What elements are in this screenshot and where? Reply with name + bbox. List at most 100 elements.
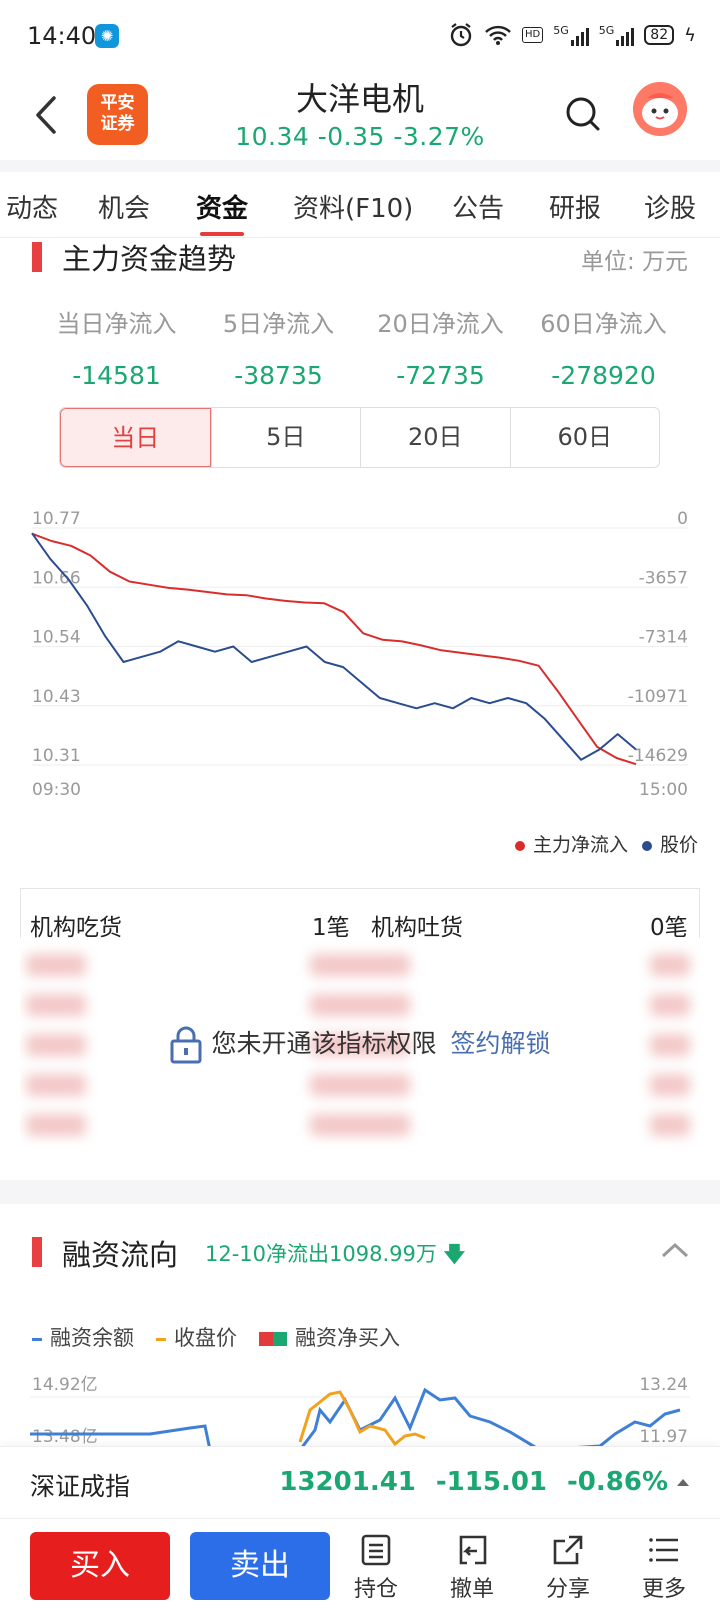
index-value: 13201.41 — [279, 1467, 416, 1497]
section-marker — [32, 242, 42, 272]
margin-right-tick: 13.24 — [639, 1375, 688, 1395]
undo-icon — [459, 1535, 487, 1565]
period-today[interactable]: 当日 — [60, 408, 211, 467]
period-60d[interactable]: 60日 — [509, 408, 660, 467]
right-axis-tick: -3657 — [639, 568, 688, 588]
institution-box — [20, 888, 700, 938]
x-axis-start-label: 09:30 — [32, 780, 81, 800]
share-icon — [553, 1535, 583, 1565]
left-axis-tick: 10.31 — [32, 746, 81, 766]
status-bar: 14:40 ✺ HD 5G 5G 82 ϟ — [0, 0, 720, 72]
right-axis-tick: -14629 — [628, 746, 688, 766]
sell-button[interactable]: 卖出 — [190, 1532, 330, 1600]
flow-label: 当日净流入 — [56, 310, 177, 338]
margin-chart: 14.92亿 13.48亿 13.24 11.97 — [30, 1375, 690, 1450]
legend-close-price-label: 收盘价 — [174, 1326, 237, 1350]
lock-icon — [170, 1026, 202, 1064]
margin-subtitle-text: 12-10净流出1098.99万 — [205, 1242, 437, 1266]
fund-trend-title: 主力资金趋势 — [62, 242, 237, 276]
tab-announcements[interactable]: 公告 — [452, 188, 504, 225]
margin-right-tick: 11.97 — [639, 1427, 688, 1447]
tab-diagnosis[interactable]: 诊股 — [644, 188, 696, 225]
share-label: 分享 — [545, 1577, 590, 1602]
buy-button[interactable]: 买入 — [30, 1532, 170, 1600]
stock-quote: 10.34 -0.35 -3.27% — [0, 122, 720, 151]
down-arrow-icon: 🡇 — [443, 1242, 466, 1266]
legend-price-label: 股价 — [659, 834, 698, 856]
inst-buy-count: 1笔 — [312, 915, 350, 941]
margin-title: 融资流向 — [62, 1238, 179, 1272]
legend-net-buy-green — [273, 1332, 287, 1346]
section-separator — [0, 1180, 720, 1204]
legend-close-price-swatch — [156, 1337, 166, 1341]
stock-change: -0.35 — [317, 122, 385, 151]
inst-buy-label: 机构吃货 — [30, 915, 122, 941]
stock-header: 平安 证券 大洋电机 10.34 -0.35 -3.27% — [0, 72, 720, 162]
tab-research[interactable]: 研报 — [549, 188, 601, 225]
cancel-order-button[interactable]: 撤单 — [432, 1533, 512, 1603]
flow-label: 60日净流入 — [540, 310, 667, 338]
more-label: 更多 — [641, 1577, 686, 1602]
legend-net-buy: 融资净买入 — [259, 1322, 400, 1352]
margin-left-tick: 13.48亿 — [32, 1427, 98, 1447]
more-button[interactable]: 更多 — [624, 1533, 704, 1603]
fund-trend-chart: 10.77 010.66 -365710.54 -731410.43 -1097110.… — [31, 510, 688, 800]
period-5d[interactable]: 5日 — [210, 408, 361, 467]
stock-name: 大洋电机 — [295, 80, 424, 118]
avatar[interactable] — [633, 82, 687, 136]
chart-legend: 主力净流入 股价 — [514, 830, 698, 857]
share-button[interactable]: 分享 — [528, 1533, 608, 1603]
document-icon — [361, 1534, 391, 1566]
charging-icon: ϟ — [684, 24, 696, 46]
x-axis-end-label: 15:00 — [639, 780, 688, 800]
section-marker — [32, 1237, 42, 1267]
stock-price: 10.34 — [235, 122, 310, 151]
tab-funds[interactable]: 资金 — [196, 188, 248, 225]
caret-up-icon[interactable] — [676, 1477, 690, 1487]
legend-flow: 主力净流入 — [514, 830, 628, 857]
legend-margin-balance: 融资余额 — [32, 1322, 134, 1352]
locked-text: 您未开通该指标权限 — [211, 1029, 437, 1058]
positions-button[interactable]: 持仓 — [336, 1533, 416, 1603]
search-icon[interactable] — [563, 94, 603, 134]
app-notification-icon: ✺ — [95, 24, 119, 48]
flow-20d: 20日净流入 -72735 — [358, 304, 523, 390]
period-selector: 当日 5日 20日 60日 — [59, 407, 660, 468]
positions-label: 持仓 — [353, 1577, 398, 1602]
margin-left-tick: 14.92亿 — [32, 1375, 98, 1395]
stock-change-pct: -3.27% — [393, 122, 485, 151]
tab-news[interactable]: 动态 — [6, 188, 58, 225]
assistant-face-icon — [633, 82, 687, 136]
left-axis-tick: 10.54 — [32, 628, 81, 648]
net-inflow-series-line — [31, 532, 637, 766]
menu-icon — [649, 1538, 678, 1562]
tab-profile-f10[interactable]: 资料(F10) — [293, 188, 413, 225]
unlock-link[interactable]: 签约解锁 — [451, 1029, 551, 1058]
index-change: -115.01 — [435, 1467, 547, 1497]
legend-flow-dot — [514, 840, 525, 851]
legend-margin-balance-label: 融资余额 — [50, 1326, 134, 1350]
margin-subtitle: 12-10净流出1098.99万 🡇 — [205, 1238, 465, 1275]
flow-60d: 60日净流入 -278920 — [521, 304, 686, 390]
legend-net-buy-red — [259, 1332, 273, 1346]
wifi-icon — [485, 25, 511, 45]
tab-bar: 动态 机会 资金 资料(F10) 公告 研报 诊股 — [0, 172, 720, 238]
alarm-icon — [450, 23, 472, 47]
collapse-chevron-icon[interactable] — [660, 1240, 690, 1260]
locked-message: 您未开通该指标权限 签约解锁 — [0, 1024, 720, 1064]
inst-sell-label: 机构吐货 — [371, 915, 463, 941]
flow-5d: 5日净流入 -38735 — [196, 304, 361, 390]
flow-label: 5日净流入 — [222, 310, 335, 338]
period-20d[interactable]: 20日 — [360, 408, 510, 467]
tab-opportunity[interactable]: 机会 — [98, 188, 150, 225]
legend-flow-label: 主力净流入 — [532, 834, 628, 856]
battery-icon: 82 — [644, 25, 675, 45]
index-ticker-bar[interactable]: 深证成指 13201.41 -115.01 -0.86% — [0, 1446, 720, 1518]
right-axis-tick: -7314 — [639, 628, 688, 648]
legend-price: 股价 — [641, 830, 698, 857]
bottom-toolbar: 买入 卖出 持仓 撤单 分享 更多 — [0, 1518, 720, 1612]
index-name: 深证成指 — [30, 1472, 131, 1501]
status-time: 14:40 — [27, 22, 97, 50]
legend-net-buy-label: 融资净买入 — [295, 1326, 400, 1350]
flow-label: 20日净流入 — [377, 310, 504, 338]
